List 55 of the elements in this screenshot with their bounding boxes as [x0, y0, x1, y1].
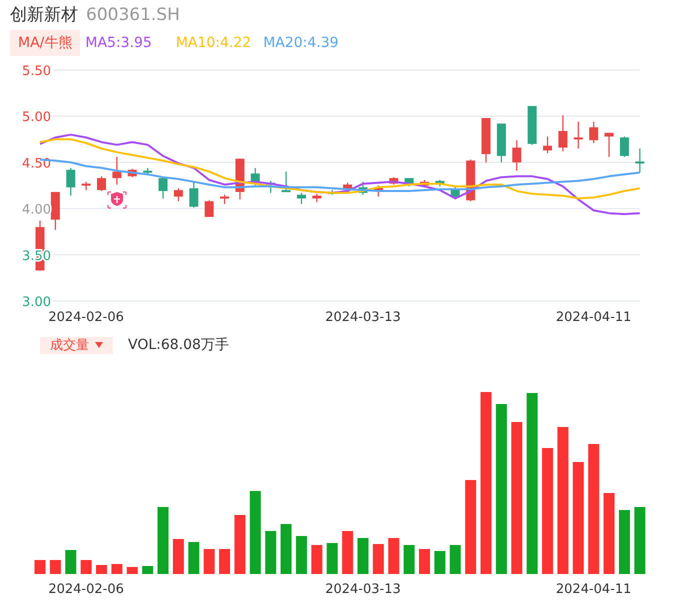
candlestick: [635, 148, 644, 173]
candlestick: [143, 168, 152, 176]
legend-item: MA5:3.95: [85, 34, 152, 52]
candlestick: [604, 132, 614, 157]
stock-name: 创新新材: [10, 4, 78, 28]
candlestick: [50, 192, 60, 230]
axis-label: 4.00: [22, 202, 51, 218]
candlestick: [204, 200, 214, 217]
axis-label: 2024-03-13: [325, 582, 401, 597]
candlestick: [435, 180, 444, 186]
axis-label: 5.50: [22, 64, 51, 79]
candlestick: [189, 180, 198, 208]
candlestick: [528, 106, 537, 145]
volume-reading: VOL:68.08万手: [128, 336, 229, 354]
legend-item: MA10:4.22: [176, 34, 252, 52]
candlestick: [358, 182, 368, 195]
stock-code: 600361.SH: [86, 4, 180, 28]
candlestick: [450, 186, 460, 200]
candlestick: [128, 168, 137, 178]
candlestick: [174, 188, 183, 202]
candlestick: [250, 168, 260, 186]
candlestick: [620, 136, 629, 157]
candlestick: [82, 182, 91, 190]
caret-icon: [95, 342, 103, 348]
candlestick: [589, 122, 598, 143]
volume-dropdown-button[interactable]: 成交量: [40, 336, 113, 354]
bull-marker-icon[interactable]: [108, 192, 126, 208]
axis-label: 5.00: [22, 110, 51, 126]
axis-label: 2024-04-11: [556, 310, 632, 325]
candlestick: [482, 118, 491, 162]
candlestick: [312, 194, 322, 202]
candlestick: [66, 168, 76, 196]
axis-label: 2024-02-06: [48, 310, 124, 325]
axis-label: 2024-02-06: [48, 582, 124, 597]
candlestick: [404, 178, 414, 186]
candlestick: [220, 194, 230, 204]
candlestick: [374, 186, 383, 197]
candlestick: [574, 122, 583, 149]
candlestick: [389, 177, 398, 185]
candlestick: [112, 156, 122, 185]
legend-item: MA20:4.39: [263, 34, 339, 52]
candlestick: [420, 180, 429, 188]
axis-label: 2024-03-13: [325, 310, 401, 325]
candlestick: [158, 178, 168, 198]
candlestick: [543, 136, 552, 154]
axis-label: 3.00: [22, 295, 51, 310]
candlestick: [512, 140, 522, 171]
candlestick: [282, 172, 291, 192]
candlestick: [558, 115, 568, 152]
candlestick: [296, 192, 306, 204]
candlestick: [266, 180, 276, 193]
indicator-button[interactable]: MA/牛熊: [10, 30, 80, 56]
candlestick: [97, 176, 106, 192]
axis-label: 2024-04-11: [556, 582, 632, 597]
candlestick: [496, 124, 506, 162]
